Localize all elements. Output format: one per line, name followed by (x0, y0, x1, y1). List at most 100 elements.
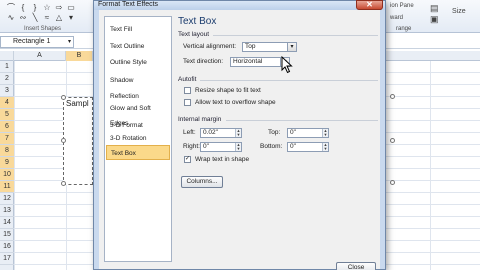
nav-outline-style[interactable]: Outline Style (106, 55, 170, 70)
shape-arc-icon[interactable]: ⌒ (6, 3, 16, 12)
shape-arrow-icon[interactable]: ⇨ (54, 3, 64, 12)
format-text-effects-dialog: Format Text Effects ✕ Text Fill Text Out… (93, 0, 386, 270)
row-header-9[interactable]: 9 (0, 157, 14, 169)
left-margin-input[interactable]: 0.02" ▲ ▼ (200, 128, 242, 138)
wrap-text-checkbox[interactable]: ✓ (184, 156, 191, 163)
nav-3d-rotation[interactable]: 3-D Rotation (106, 131, 170, 146)
send-backward-button[interactable]: ion Pane (390, 3, 414, 9)
size-button[interactable]: Size (452, 8, 466, 15)
rectangle-shape[interactable]: Sampl (61, 95, 93, 186)
shape-text[interactable]: Sampl (66, 99, 89, 108)
row-header-11[interactable]: 11 (0, 181, 14, 193)
nav-text-box[interactable]: Text Box (106, 145, 170, 160)
row-header-1[interactable]: 1 (0, 61, 14, 73)
text-layout-section-label: Text layout (178, 31, 210, 38)
chevron-down-icon[interactable]: ▾ (68, 37, 71, 47)
top-margin-input[interactable]: 0" ▲ ▼ (287, 128, 329, 138)
row-header-7[interactable]: 7 (0, 133, 14, 145)
bottom-margin-value: 0" (290, 143, 296, 150)
resize-shape-label: Resize shape to fit text (195, 87, 261, 94)
row-header-13[interactable]: 13 (0, 205, 14, 217)
left-margin-value: 0.02" (203, 129, 218, 136)
align-icon[interactable]: ▤ (430, 3, 439, 14)
vertical-alignment-select[interactable]: Top ▾ (242, 42, 297, 52)
right-margin-label: Right: (183, 143, 200, 150)
row-header-2[interactable]: 2 (0, 73, 14, 85)
bring-forward-button[interactable]: ward (390, 15, 403, 21)
shape-star-icon[interactable]: ☆ (42, 3, 52, 12)
resize-shape-checkbox[interactable] (184, 87, 191, 94)
category-list: Text Fill Text Outline Outline Style Sha… (104, 16, 172, 262)
shape-triangle-icon[interactable]: △ (54, 13, 64, 22)
wrap-text-label: Wrap text in shape (195, 156, 250, 163)
column-header-a[interactable]: A (14, 51, 66, 61)
spinner-arrows-icon[interactable]: ▲ ▼ (322, 129, 328, 137)
vertical-alignment-value: Top (245, 43, 256, 50)
text-box-panel: Text Box Text layout Vertical alignment:… (178, 16, 378, 270)
shape-more-icon[interactable]: ▾ (66, 13, 76, 22)
allow-overflow-label: Allow text to overflow shape (195, 99, 276, 106)
resize-handle-bottom-right[interactable] (390, 180, 395, 185)
mouse-cursor-icon (281, 56, 293, 74)
row-header-3[interactable]: 3 (0, 85, 14, 97)
insert-shapes-group-label: Insert Shapes (24, 26, 62, 32)
internal-margin-section-label: Internal margin (178, 116, 222, 123)
resize-handle-middle-right[interactable] (390, 138, 395, 143)
text-direction-label: Text direction: (183, 58, 224, 65)
top-margin-value: 0" (290, 129, 296, 136)
nav-text-outline[interactable]: Text Outline (106, 39, 170, 54)
select-all-corner[interactable] (0, 51, 14, 61)
panel-title: Text Box (178, 16, 217, 27)
bottom-margin-label: Bottom: (260, 143, 283, 150)
shape-brace-right-icon[interactable]: } (30, 3, 40, 12)
row-headers: 1 2 3 4 5 6 7 8 9 10 11 12 13 14 15 16 17 (0, 61, 14, 270)
row-header-14[interactable]: 14 (0, 217, 14, 229)
nav-shadow[interactable]: Shadow (106, 73, 170, 88)
allow-overflow-checkbox[interactable] (184, 99, 191, 106)
row-header-12[interactable]: 12 (0, 193, 14, 205)
section-divider (226, 120, 378, 121)
row-header-16[interactable]: 16 (0, 241, 14, 253)
name-box-value: Rectangle 1 (13, 38, 51, 45)
resize-handle-bottom-left[interactable] (61, 181, 66, 186)
row-header-5[interactable]: 5 (0, 109, 14, 121)
section-divider (213, 35, 378, 36)
right-margin-value: 0" (203, 143, 209, 150)
nav-text-fill[interactable]: Text Fill (106, 22, 170, 37)
top-margin-label: Top: (268, 129, 281, 136)
row-header-10[interactable]: 10 (0, 169, 14, 181)
row-header-4[interactable]: 4 (0, 97, 14, 109)
vertical-alignment-label: Vertical alignment: (183, 43, 237, 50)
dialog-body: Text Fill Text Outline Outline Style Sha… (99, 10, 380, 270)
resize-handle-top-left[interactable] (61, 95, 66, 100)
close-button[interactable]: Close (336, 262, 376, 270)
spinner-arrows-icon[interactable]: ▲ ▼ (235, 143, 241, 151)
arrange-group-label: range (396, 26, 412, 32)
shape-brace-icon[interactable]: { (18, 3, 28, 12)
shape-curve-icon[interactable]: ∿ (6, 13, 16, 22)
right-margin-input[interactable]: 0" ▲ ▼ (200, 142, 242, 152)
close-icon[interactable]: ✕ (356, 0, 383, 10)
chevron-down-icon[interactable]: ▾ (287, 42, 297, 52)
column-header-b[interactable]: B (66, 51, 93, 61)
shape-rect-icon[interactable]: ▭ (66, 3, 76, 12)
resize-handle-middle-left[interactable] (61, 138, 66, 143)
row-header-8[interactable]: 8 (0, 145, 14, 157)
resize-handle-top-right[interactable] (390, 94, 395, 99)
shape-loop-icon[interactable]: ∾ (18, 13, 28, 22)
row-header-17[interactable]: 17 (0, 253, 14, 265)
bottom-margin-input[interactable]: 0" ▲ ▼ (287, 142, 329, 152)
row-header-15[interactable]: 15 (0, 229, 14, 241)
columns-button[interactable]: Columns... (181, 176, 223, 188)
nav-glow-soft-edges[interactable]: Glow and Soft Edges (106, 101, 170, 127)
section-divider (200, 80, 378, 81)
autofit-section-label: Autofit (178, 76, 197, 83)
shape-wave-icon[interactable]: ≈ (42, 13, 52, 22)
shape-line-icon[interactable]: ╲ (30, 13, 40, 22)
row-header-6[interactable]: 6 (0, 121, 14, 133)
spinner-arrows-icon[interactable]: ▲ ▼ (322, 143, 328, 151)
spinner-arrows-icon[interactable]: ▲ ▼ (235, 129, 241, 137)
dialog-titlebar[interactable]: Format Text Effects ✕ (94, 0, 385, 10)
group-icon[interactable]: ▣ (430, 14, 439, 25)
name-box[interactable]: Rectangle 1 ▾ (0, 36, 74, 48)
